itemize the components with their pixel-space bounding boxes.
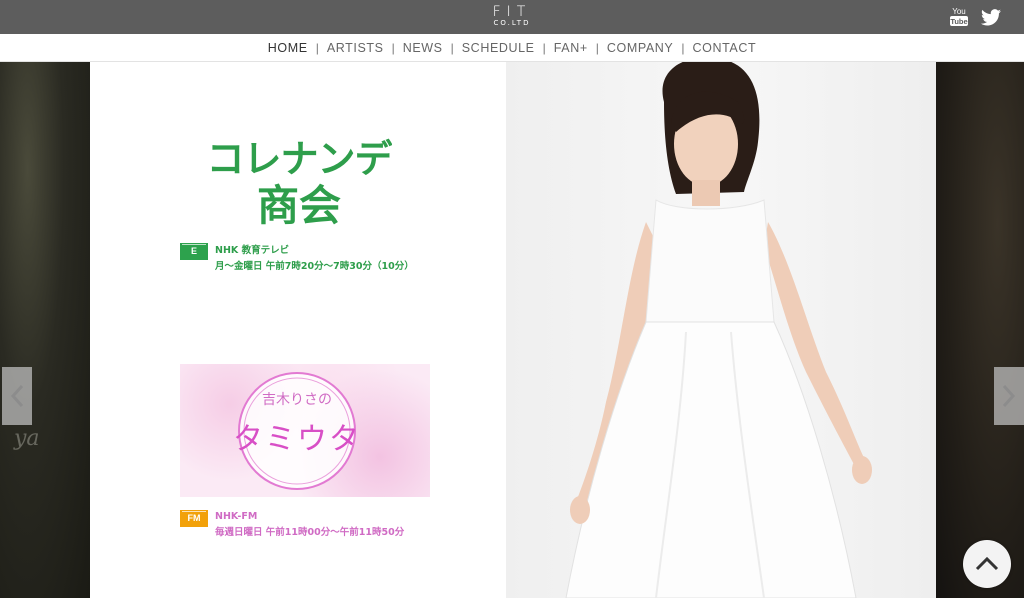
nav-separator: | bbox=[681, 40, 685, 55]
svg-text:You: You bbox=[952, 7, 966, 16]
show2-title-small: 吉木りさの bbox=[262, 392, 332, 408]
nav-separator: | bbox=[542, 40, 546, 55]
tamiuta-banner: 吉木りさの タミウタ bbox=[180, 364, 430, 497]
show1-schedule: 月～金曜日 午前7時20分～7時30分（10分） bbox=[215, 261, 414, 272]
tamiuta-logo: 吉木りさの タミウタ bbox=[233, 372, 361, 490]
nav-separator: | bbox=[391, 40, 395, 55]
show2-station: NHK-FM bbox=[215, 511, 258, 522]
chevron-right-icon bbox=[1002, 384, 1016, 408]
prev-slide-preview: ya bbox=[0, 62, 92, 598]
youtube-icon[interactable]: You Tube bbox=[948, 6, 970, 28]
artist-figure bbox=[565, 62, 872, 598]
artist-photo bbox=[506, 62, 936, 598]
program-info-panel: コレナンデ 商会 E NHK 教育テレビ 月～金曜日 午前7時20分～7時30分… bbox=[90, 62, 506, 598]
show1-title-line2: 商会 bbox=[257, 181, 341, 230]
main-nav: HOME | ARTISTS | NEWS | SCHEDULE | FAN+ … bbox=[0, 34, 1024, 62]
korenande-shokai-logo: コレナンデ 商会 bbox=[207, 137, 392, 230]
nhk-e-channel-badge: E bbox=[180, 243, 208, 260]
nav-artists[interactable]: ARTISTS bbox=[327, 41, 384, 55]
nav-fan-plus[interactable]: FAN+ bbox=[554, 41, 588, 55]
show1-station: NHK 教育テレビ bbox=[215, 245, 290, 256]
nav-contact[interactable]: CONTACT bbox=[693, 41, 757, 55]
logo-sub-text: CO.LTD bbox=[493, 19, 531, 27]
show2-info: NHK-FM 毎週日曜日 午前11時00分～午前11時50分 bbox=[215, 509, 404, 541]
show1-title-line1: コレナンデ bbox=[207, 137, 392, 181]
show1-info: NHK 教育テレビ 月～金曜日 午前7時20分～7時30分（10分） bbox=[215, 243, 414, 275]
hero-slider: ya コレナンデ 商会 E NHK 教育テレビ 月～金曜日 午前7時20分～7時… bbox=[0, 62, 1024, 598]
back-to-top-button[interactable] bbox=[963, 540, 1011, 588]
nav-company[interactable]: COMPANY bbox=[607, 41, 673, 55]
nav-home[interactable]: HOME bbox=[268, 41, 308, 55]
svg-text:Tube: Tube bbox=[950, 17, 967, 26]
nav-separator: | bbox=[595, 40, 599, 55]
nav-news[interactable]: NEWS bbox=[403, 41, 443, 55]
current-slide[interactable]: コレナンデ 商会 E NHK 教育テレビ 月～金曜日 午前7時20分～7時30分… bbox=[90, 62, 936, 598]
show2-schedule: 毎週日曜日 午前11時00分～午前11時50分 bbox=[215, 527, 405, 538]
chevron-up-icon bbox=[975, 556, 999, 571]
site-logo[interactable]: FIT CO.LTD bbox=[478, 5, 546, 29]
slider-next-button[interactable] bbox=[994, 367, 1024, 425]
slider-prev-button[interactable] bbox=[2, 367, 32, 425]
chevron-left-icon bbox=[10, 384, 24, 408]
nhk-fm-channel-badge: FM bbox=[180, 510, 208, 527]
logo-main-text: FIT bbox=[492, 4, 532, 20]
nav-separator: | bbox=[315, 40, 319, 55]
nav-separator: | bbox=[450, 40, 454, 55]
nav-schedule[interactable]: SCHEDULE bbox=[462, 41, 535, 55]
prev-slide-text: ya bbox=[14, 426, 40, 451]
twitter-icon[interactable] bbox=[979, 6, 1003, 28]
show2-title-large: タミウタ bbox=[233, 422, 361, 457]
top-bar: FIT CO.LTD You Tube bbox=[0, 0, 1024, 34]
next-slide-preview bbox=[936, 62, 1024, 598]
